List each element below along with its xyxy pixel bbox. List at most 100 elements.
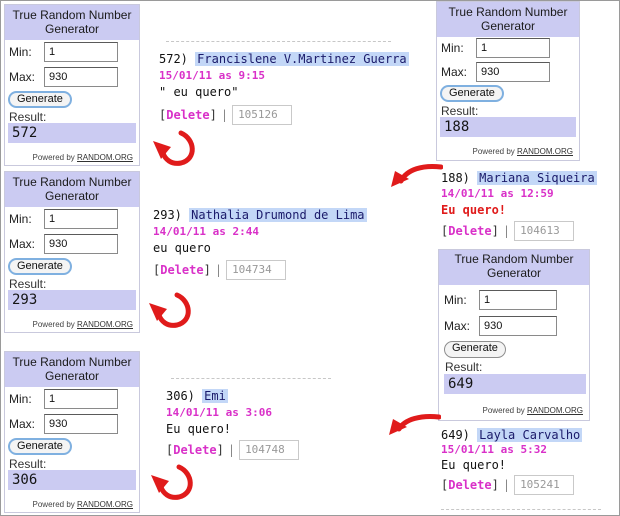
powered-prefix: Powered by xyxy=(32,153,75,162)
comment-header: 188) Mariana Siqueira xyxy=(441,171,597,185)
max-label: Max: xyxy=(441,65,468,79)
delete-link[interactable]: Delete xyxy=(448,478,491,492)
powered-by: Powered by RANDOM.ORG xyxy=(33,153,133,162)
powered-by: Powered by RANDOM.ORG xyxy=(33,320,133,329)
comment-divider xyxy=(441,509,601,510)
max-row: Max: 930 xyxy=(9,414,118,434)
random-org-link[interactable]: RANDOM.ORG xyxy=(517,147,573,156)
comment-text: Eu quero! xyxy=(441,458,507,472)
min-label: Min: xyxy=(9,45,32,59)
comment-author[interactable]: Francislene V.Martinez Guerra xyxy=(195,52,409,66)
comment-item: 188) Mariana Siqueira 14/01/11 as 12:59 … xyxy=(441,171,601,246)
powered-prefix: Powered by xyxy=(32,320,75,329)
min-row: Min: 1 xyxy=(9,42,118,62)
generate-button[interactable]: Generate xyxy=(444,341,506,358)
comment-item: 572) Francislene V.Martinez Guerra 15/01… xyxy=(159,52,409,132)
delete-link[interactable]: Delete xyxy=(448,224,491,238)
comment-author[interactable]: Mariana Siqueira xyxy=(477,171,597,185)
delete-link[interactable]: Delete xyxy=(160,263,203,277)
max-row: Max: 930 xyxy=(9,234,118,254)
min-label: Min: xyxy=(441,41,464,55)
result-label: Result: xyxy=(9,277,47,291)
comment-item: 293) Nathalia Drumond de Lima 14/01/11 a… xyxy=(153,208,393,288)
comment-header: 572) Francislene V.Martinez Guerra xyxy=(159,52,409,66)
comment-id-field[interactable]: 105241 xyxy=(514,475,575,495)
result-label: Result: xyxy=(9,457,47,471)
comment-author[interactable]: Emi xyxy=(202,389,228,403)
max-label: Max: xyxy=(9,237,36,251)
bracket-open: [ xyxy=(441,478,449,492)
result-value: 188 xyxy=(440,117,576,137)
widget-title: True Random Number Generator xyxy=(5,5,139,40)
min-label: Min: xyxy=(9,392,32,406)
min-row: Min: 1 xyxy=(9,209,118,229)
generate-button[interactable]: Generate xyxy=(8,91,72,108)
max-row: Max: 930 xyxy=(441,62,550,82)
comment-number: 306) xyxy=(166,389,195,403)
bracket-close: ] xyxy=(209,108,217,122)
min-input[interactable]: 1 xyxy=(479,290,557,310)
random-org-link[interactable]: RANDOM.ORG xyxy=(77,320,133,329)
min-input[interactable]: 1 xyxy=(476,38,550,58)
max-label: Max: xyxy=(9,417,36,431)
comment-item: 649) Layla Carvalho 15/01/11 as 5:32 Eu … xyxy=(441,428,601,508)
random-generator-widget: True Random Number Generator Min: 1 Max:… xyxy=(4,4,140,166)
separator: | xyxy=(502,478,511,492)
result-value: 572 xyxy=(8,123,136,143)
comment-item: 306) Emi 14/01/11 as 3:06 Eu quero! [Del… xyxy=(166,389,366,469)
result-label: Result: xyxy=(445,360,483,374)
random-generator-widget: True Random Number Generator Min: 1 Max:… xyxy=(4,171,140,333)
bracket-open: [ xyxy=(159,108,167,122)
red-curved-arrow-icon xyxy=(149,292,191,328)
random-generator-widget: True Random Number Generator Min: 1 Max:… xyxy=(4,351,140,513)
powered-by: Powered by RANDOM.ORG xyxy=(483,406,583,415)
bracket-open: [ xyxy=(441,224,449,238)
comment-id-field[interactable]: 104748 xyxy=(239,440,300,460)
comment-id-field[interactable]: 105126 xyxy=(232,105,293,125)
separator: | xyxy=(220,108,229,122)
widget-title: True Random Number Generator xyxy=(5,172,139,207)
max-input[interactable]: 930 xyxy=(479,316,557,336)
bracket-open: [ xyxy=(153,263,161,277)
red-curved-arrow-icon xyxy=(391,164,443,187)
result-label: Result: xyxy=(9,110,47,124)
powered-prefix: Powered by xyxy=(472,147,515,156)
red-curved-arrow-icon xyxy=(153,130,195,166)
generate-button[interactable]: Generate xyxy=(8,258,72,275)
comment-header: 306) Emi xyxy=(166,389,228,403)
bracket-close: ] xyxy=(216,443,224,457)
red-curved-arrow-icon xyxy=(151,464,193,500)
delete-link[interactable]: Delete xyxy=(173,443,216,457)
generate-button[interactable]: Generate xyxy=(440,85,504,102)
min-input[interactable]: 1 xyxy=(44,389,118,409)
comment-id-field[interactable]: 104734 xyxy=(226,260,287,280)
comment-text: Eu quero! xyxy=(166,422,232,436)
comment-number: 572) xyxy=(159,52,188,66)
random-org-link[interactable]: RANDOM.ORG xyxy=(527,406,583,415)
comment-header: 649) Layla Carvalho xyxy=(441,428,583,442)
generate-button[interactable]: Generate xyxy=(8,438,72,455)
max-input[interactable]: 930 xyxy=(476,62,550,82)
random-org-link[interactable]: RANDOM.ORG xyxy=(77,153,133,162)
comment-text: eu quero xyxy=(153,241,211,255)
min-input[interactable]: 1 xyxy=(44,209,118,229)
max-input[interactable]: 930 xyxy=(44,234,118,254)
max-input[interactable]: 930 xyxy=(44,67,118,87)
separator: | xyxy=(227,443,236,457)
min-input[interactable]: 1 xyxy=(44,42,118,62)
bracket-close: ] xyxy=(203,263,211,277)
max-row: Max: 930 xyxy=(444,316,557,336)
comment-author[interactable]: Nathalia Drumond de Lima xyxy=(189,208,367,222)
min-label: Min: xyxy=(9,212,32,226)
bracket-close: ] xyxy=(491,224,499,238)
comment-date: 15/01/11 as 5:32 xyxy=(441,443,547,456)
random-org-link[interactable]: RANDOM.ORG xyxy=(77,500,133,509)
max-label: Max: xyxy=(444,319,471,333)
comment-author[interactable]: Layla Carvalho xyxy=(477,428,583,442)
max-input[interactable]: 930 xyxy=(44,414,118,434)
comment-id-field[interactable]: 104613 xyxy=(514,221,575,241)
min-row: Min: 1 xyxy=(441,38,550,58)
random-generator-widget: True Random Number Generator Min: 1 Max:… xyxy=(436,1,580,161)
delete-link[interactable]: Delete xyxy=(166,108,209,122)
red-curved-arrow-icon xyxy=(389,414,441,435)
